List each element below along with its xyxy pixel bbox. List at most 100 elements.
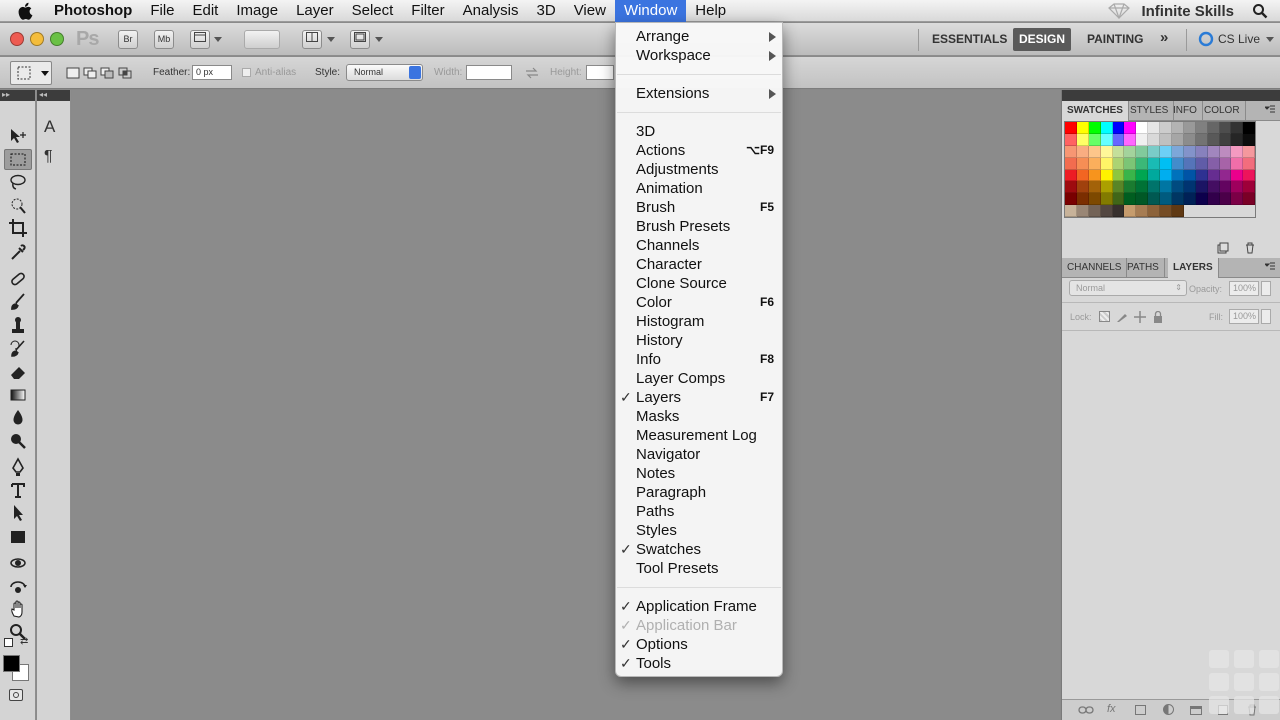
swatch[interactable] bbox=[1076, 145, 1089, 158]
window-menu-item-character[interactable]: Character bbox=[636, 255, 776, 274]
swatch[interactable] bbox=[1172, 133, 1184, 146]
swatch[interactable] bbox=[1195, 157, 1208, 170]
intersect-selection-icon[interactable] bbox=[118, 67, 132, 79]
menu-filter[interactable]: Filter bbox=[402, 0, 453, 22]
menu-view[interactable]: View bbox=[565, 0, 615, 22]
swatch[interactable] bbox=[1112, 205, 1125, 218]
opacity-input[interactable]: 100% bbox=[1229, 281, 1259, 296]
view-extras-icon[interactable] bbox=[190, 30, 210, 49]
window-menu-item-navigator[interactable]: Navigator bbox=[636, 445, 776, 464]
swatch[interactable] bbox=[1088, 169, 1101, 182]
swatch[interactable] bbox=[1112, 169, 1125, 182]
swatch[interactable] bbox=[1243, 145, 1256, 158]
lock-image-pixels-icon[interactable] bbox=[1116, 311, 1128, 323]
swatch[interactable] bbox=[1124, 181, 1137, 194]
swatch[interactable] bbox=[1160, 169, 1173, 182]
swatch[interactable] bbox=[1172, 205, 1184, 218]
window-menu-item-3d[interactable]: 3D bbox=[636, 122, 776, 141]
fill-slider-icon[interactable] bbox=[1261, 309, 1271, 324]
swatch[interactable] bbox=[1124, 157, 1137, 170]
tab-channels[interactable]: CHANNELS bbox=[1062, 258, 1128, 278]
window-menu-item-tools[interactable]: Tools bbox=[636, 654, 776, 673]
swatch[interactable] bbox=[1136, 145, 1149, 158]
swatch[interactable] bbox=[1160, 193, 1173, 206]
default-colors-icon[interactable] bbox=[4, 638, 13, 647]
swatch[interactable] bbox=[1076, 169, 1089, 182]
window-menu-item-extensions[interactable]: Extensions bbox=[636, 84, 776, 103]
path-select-tool-icon[interactable] bbox=[4, 502, 32, 523]
window-menu-item-channels[interactable]: Channels bbox=[636, 236, 776, 255]
menu-select[interactable]: Select bbox=[343, 0, 403, 22]
document-canvas-area[interactable] bbox=[72, 90, 1060, 720]
swatch[interactable] bbox=[1076, 157, 1089, 170]
stamp-tool-icon[interactable] bbox=[4, 315, 32, 336]
swatch[interactable] bbox=[1100, 122, 1113, 134]
swatch[interactable] bbox=[1088, 133, 1101, 146]
window-menu-item-brush-presets[interactable]: Brush Presets bbox=[636, 217, 776, 236]
swatch[interactable] bbox=[1124, 133, 1137, 146]
tools-panel-header[interactable]: ▸▸ bbox=[0, 90, 35, 101]
swatch[interactable] bbox=[1148, 205, 1161, 218]
window-menu-item-color[interactable]: Color F6 bbox=[636, 293, 776, 312]
blur-tool-icon[interactable] bbox=[4, 407, 32, 428]
view-extras-dropdown-icon[interactable] bbox=[214, 37, 222, 42]
swatch[interactable] bbox=[1148, 193, 1161, 206]
swatch[interactable] bbox=[1219, 157, 1232, 170]
swatch[interactable] bbox=[1088, 145, 1101, 158]
swatch[interactable] bbox=[1183, 122, 1196, 134]
cs-live-dropdown-icon[interactable] bbox=[1266, 37, 1274, 42]
lock-all-icon[interactable] bbox=[1152, 311, 1164, 323]
launch-bridge-button[interactable]: Br bbox=[118, 30, 138, 49]
tab-layers[interactable]: LAYERS bbox=[1168, 258, 1219, 278]
swatch[interactable] bbox=[1076, 122, 1089, 134]
swatch[interactable] bbox=[1136, 133, 1149, 146]
swatch[interactable] bbox=[1183, 181, 1196, 194]
tab-color[interactable]: COLOR bbox=[1199, 101, 1246, 121]
menu-file[interactable]: File bbox=[141, 0, 183, 22]
swatch[interactable] bbox=[1183, 169, 1196, 182]
swatch[interactable] bbox=[1243, 169, 1256, 182]
swatch[interactable] bbox=[1219, 169, 1232, 182]
tool-preset-picker[interactable] bbox=[10, 61, 52, 85]
swatch[interactable] bbox=[1124, 122, 1137, 134]
swatch[interactable] bbox=[1231, 181, 1244, 194]
swatch[interactable] bbox=[1112, 193, 1125, 206]
swatch[interactable] bbox=[1148, 157, 1161, 170]
swatch[interactable] bbox=[1172, 169, 1184, 182]
swatch[interactable] bbox=[1065, 193, 1077, 206]
swatch[interactable] bbox=[1148, 122, 1161, 134]
window-menu-item-actions[interactable]: Actions ⌥F9 bbox=[636, 141, 776, 160]
swap-colors-icon[interactable]: ⇄ bbox=[20, 636, 28, 647]
swatch[interactable] bbox=[1207, 181, 1220, 194]
swatch[interactable] bbox=[1100, 169, 1113, 182]
new-group-icon[interactable] bbox=[1190, 706, 1202, 715]
swatch[interactable] bbox=[1065, 169, 1077, 182]
swatch[interactable] bbox=[1243, 193, 1256, 206]
swatch[interactable] bbox=[1076, 205, 1089, 218]
launch-mini-bridge-button[interactable]: Mb bbox=[154, 30, 174, 49]
swatch[interactable] bbox=[1088, 193, 1101, 206]
lasso-tool-icon[interactable] bbox=[4, 171, 32, 192]
hand-tool-icon[interactable] bbox=[4, 598, 32, 619]
swatch[interactable] bbox=[1183, 145, 1196, 158]
quick-mask-icon[interactable] bbox=[9, 689, 23, 701]
window-menu-item-history[interactable]: History bbox=[636, 331, 776, 350]
new-selection-icon[interactable] bbox=[66, 67, 80, 79]
window-menu-item-application-frame[interactable]: Application Frame bbox=[636, 597, 776, 616]
swatch[interactable] bbox=[1160, 157, 1173, 170]
window-menu-item-clone-source[interactable]: Clone Source bbox=[636, 274, 776, 293]
swatch[interactable] bbox=[1172, 122, 1184, 134]
swatch[interactable] bbox=[1160, 133, 1173, 146]
swatch[interactable] bbox=[1219, 145, 1232, 158]
swatch[interactable] bbox=[1148, 181, 1161, 194]
more-workspaces-icon[interactable]: » bbox=[1160, 29, 1168, 46]
width-input[interactable] bbox=[466, 65, 512, 80]
opacity-slider-icon[interactable] bbox=[1261, 281, 1271, 296]
swatch[interactable] bbox=[1112, 157, 1125, 170]
swatch[interactable] bbox=[1160, 205, 1173, 218]
swatch[interactable] bbox=[1065, 157, 1077, 170]
menu-layer[interactable]: Layer bbox=[287, 0, 343, 22]
swatch[interactable] bbox=[1160, 145, 1173, 158]
zoom-level-dropdown[interactable] bbox=[244, 30, 280, 49]
swatch[interactable] bbox=[1231, 169, 1244, 182]
